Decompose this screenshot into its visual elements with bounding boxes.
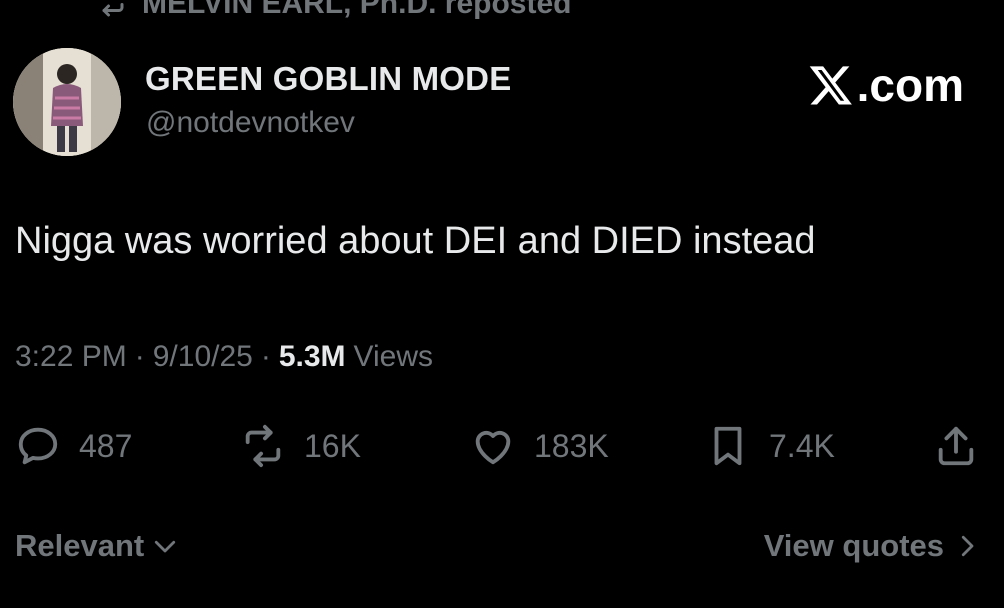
action-bar: 487 16K 183K 7.4K <box>15 418 985 474</box>
author-display-name[interactable]: GREEN GOBLIN MODE <box>145 60 511 98</box>
tweet-date[interactable]: 9/10/25 <box>153 340 253 374</box>
x-logo-icon <box>807 62 855 108</box>
like-button[interactable]: 183K <box>470 418 609 474</box>
sort-dropdown[interactable]: Relevant <box>15 528 180 564</box>
repost-button[interactable]: 16K <box>240 418 361 474</box>
repost-label: MELVIN EARL, Ph.D. reposted <box>142 0 572 20</box>
heart-icon <box>470 423 516 469</box>
author-handle[interactable]: @notdevnotkev <box>146 106 355 140</box>
view-quotes-link[interactable]: View quotes <box>764 528 982 564</box>
views-label: Views <box>353 340 434 373</box>
reply-count: 487 <box>79 427 133 464</box>
avatar[interactable] <box>13 48 121 156</box>
repost-icon <box>92 0 128 26</box>
view-quotes-label: View quotes <box>763 528 944 563</box>
chevron-right-icon <box>952 531 982 561</box>
brand-label: .com <box>856 59 964 111</box>
meta-separator: · <box>134 340 145 373</box>
repost-icon <box>240 423 286 469</box>
sort-label: Relevant <box>15 528 145 563</box>
tweet-meta: 3:22 PM · 9/10/25 · 5.3M Views <box>15 340 433 374</box>
repost-count: 16K <box>304 427 361 464</box>
tweet-text: Nigga was worried about DEI and DIED ins… <box>15 220 816 262</box>
views-count: 5.3M <box>278 340 346 373</box>
reply-button[interactable]: 487 <box>15 418 132 474</box>
share-button[interactable] <box>933 418 979 474</box>
brand-watermark: .com <box>807 58 964 112</box>
reply-icon <box>15 423 61 469</box>
chevron-down-icon <box>150 531 180 561</box>
repost-indicator[interactable]: MELVIN EARL, Ph.D. reposted <box>92 0 571 24</box>
share-icon <box>933 423 979 469</box>
bookmark-icon <box>705 423 751 469</box>
bookmark-count: 7.4K <box>769 427 835 464</box>
bookmark-button[interactable]: 7.4K <box>705 418 835 474</box>
tweet-time[interactable]: 3:22 PM <box>15 340 127 374</box>
like-count: 183K <box>534 427 609 464</box>
meta-separator: · <box>260 340 271 373</box>
